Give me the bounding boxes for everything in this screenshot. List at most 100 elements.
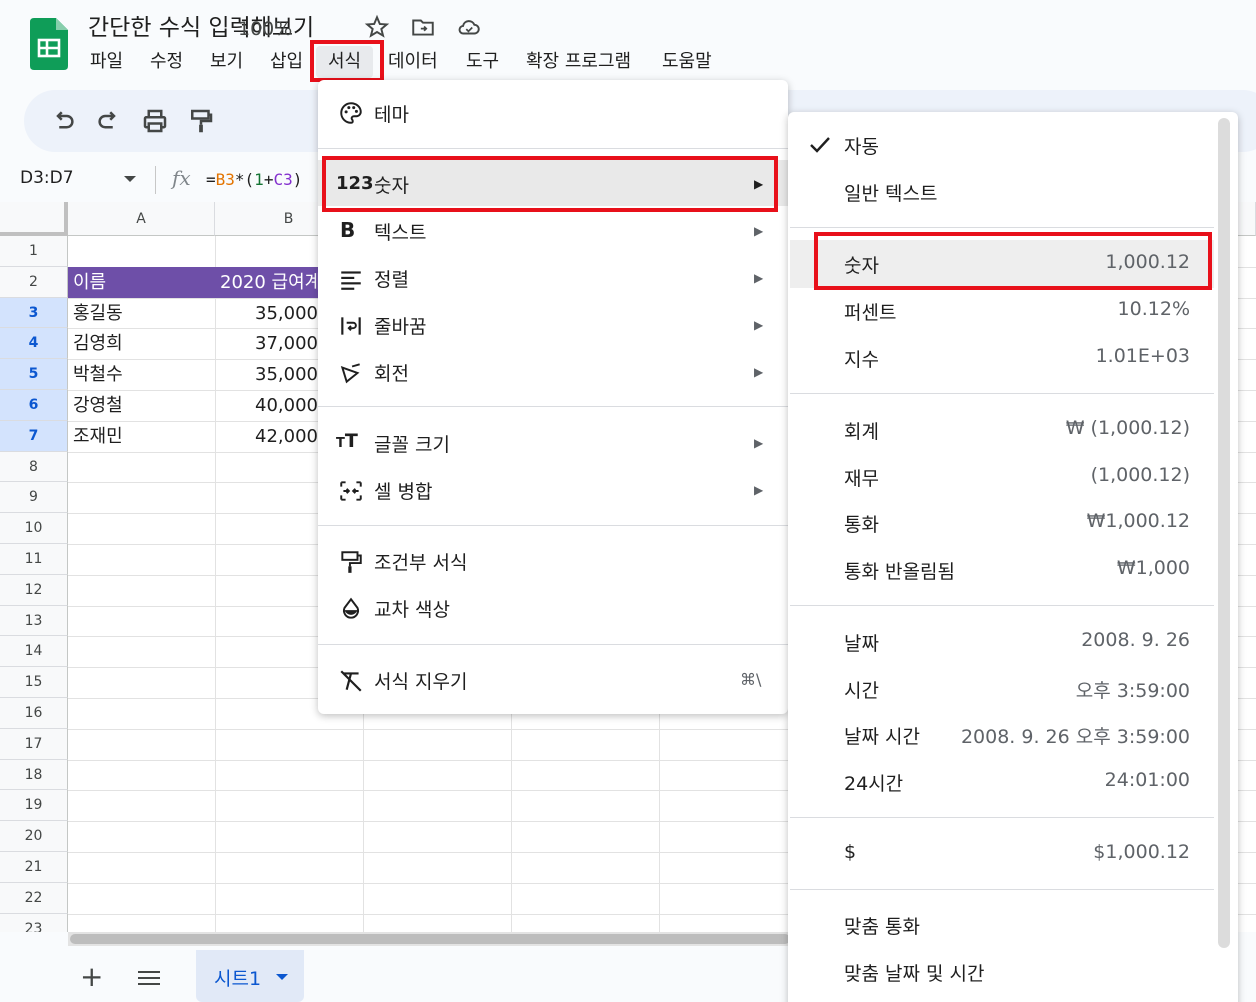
number-format-example: 24:01:00	[1104, 769, 1190, 791]
zoom-select[interactable]: 100%	[238, 18, 292, 40]
number-format-example: $1,000.12	[1093, 841, 1190, 863]
print-icon[interactable]	[140, 106, 170, 136]
cell-name[interactable]: 박철수	[68, 359, 215, 390]
shortcut-clear-format: ⌘\	[740, 670, 762, 689]
menu-label-number[interactable]: 숫자	[374, 171, 409, 198]
menu-label-wrap[interactable]: 줄바꿈	[374, 312, 426, 339]
row-header[interactable]: 14	[0, 636, 68, 668]
row-header[interactable]: 5	[0, 359, 68, 390]
number-format-label: 회계	[844, 421, 879, 443]
submenu-scrollbar[interactable]	[1218, 118, 1230, 948]
cell-name[interactable]: 김영희	[68, 328, 215, 359]
row-header[interactable]: 11	[0, 544, 68, 575]
cell-salary[interactable]: 35,000	[215, 298, 323, 329]
menu-file[interactable]: 파일	[78, 46, 135, 78]
sheets-logo-icon[interactable]	[30, 18, 68, 70]
color-fill-icon	[343, 597, 359, 619]
menu-label-alternating-colors[interactable]: 교차 색상	[374, 595, 450, 622]
submenu-arrow-icon: ▶	[754, 483, 764, 497]
cell-salary[interactable]: 42,000	[215, 421, 323, 452]
formula-bar-divider	[155, 166, 156, 194]
number-format-example: ₩1,000.12	[1086, 510, 1190, 532]
menu-label-text[interactable]: 텍스트	[374, 218, 426, 245]
menu-label-merge[interactable]: 셀 병합	[374, 477, 432, 504]
row-header[interactable]: 20	[0, 821, 68, 852]
cell-salary[interactable]: 37,000	[215, 328, 323, 359]
font-size-icon: TT	[336, 430, 358, 452]
menu-label-conditional-format[interactable]: 조건부 서식	[374, 548, 467, 575]
menu-label-rotate[interactable]: 회전	[374, 359, 409, 386]
number-format-example: 1,000.12	[1105, 251, 1190, 273]
menu-tools[interactable]: 도구	[454, 46, 511, 78]
move-folder-icon[interactable]	[410, 14, 436, 40]
number-format-label: 통화	[844, 514, 879, 536]
menu-divider	[318, 406, 788, 407]
row-header[interactable]: 10	[0, 513, 68, 544]
menu-label-theme[interactable]: 테마	[374, 100, 409, 127]
number-format-label: 날짜 시간	[844, 726, 920, 748]
palette-icon	[340, 102, 362, 124]
row-header[interactable]: 16	[0, 698, 68, 729]
number-format-example: ₩ (1,000.12)	[1065, 417, 1190, 439]
menu-edit[interactable]: 수정	[138, 46, 195, 78]
horizontal-scrollbar-thumb[interactable]	[70, 934, 790, 944]
name-box[interactable]: D3:D7	[20, 168, 74, 188]
number-format-label: 시간	[844, 680, 879, 702]
column-header-a[interactable]: A	[68, 202, 215, 236]
row-header[interactable]: 23	[0, 913, 68, 932]
row-header[interactable]: 7	[0, 420, 68, 452]
sheet-tab-dropdown-icon[interactable]	[276, 974, 288, 980]
all-sheets-icon[interactable]	[138, 970, 160, 986]
row-header[interactable]: 3	[0, 297, 68, 329]
row-header[interactable]: 1	[0, 236, 68, 267]
row-header[interactable]: 4	[0, 328, 68, 360]
row-header[interactable]: 2	[0, 266, 68, 298]
cell-salary[interactable]: 40,000	[215, 390, 323, 421]
number-format-example: 2008. 9. 26	[1081, 629, 1190, 651]
menu-label-align[interactable]: 정렬	[374, 265, 409, 292]
row-header[interactable]: 17	[0, 728, 68, 760]
submenu-arrow-icon: ▶	[754, 436, 764, 450]
paint-format-icon[interactable]	[186, 106, 216, 136]
clear-format-icon	[340, 670, 362, 692]
number-format-label: 통화 반올림됨	[844, 561, 955, 583]
row-header[interactable]: 15	[0, 667, 68, 698]
redo-icon[interactable]	[94, 106, 124, 136]
cell-name[interactable]: 홍길동	[68, 298, 215, 329]
star-icon[interactable]	[364, 14, 390, 40]
row-header[interactable]: 12	[0, 574, 68, 606]
row-header[interactable]: 21	[0, 852, 68, 883]
cell-name[interactable]: 강영철	[68, 390, 215, 421]
add-sheet-icon[interactable]: +	[80, 960, 103, 993]
menu-insert[interactable]: 삽입	[258, 46, 315, 78]
row-header[interactable]: 8	[0, 451, 68, 483]
menu-label-clear-format[interactable]: 서식 지우기	[374, 667, 467, 694]
menu-label-font-size[interactable]: 글꼴 크기	[374, 430, 450, 457]
undo-icon[interactable]	[48, 106, 78, 136]
number-format-example: 오후 3:59:00	[1075, 680, 1190, 702]
select-all-corner[interactable]	[0, 202, 68, 236]
cell-name[interactable]: 조재민	[68, 421, 215, 452]
menu-help[interactable]: 도움말	[650, 46, 724, 78]
formula-ref-b3: B3	[215, 170, 235, 189]
submenu-divider	[790, 817, 1214, 818]
menu-view[interactable]: 보기	[198, 46, 255, 78]
menu-divider	[318, 148, 788, 149]
cell-a2[interactable]: 이름	[68, 267, 215, 298]
menu-extensions[interactable]: 확장 프로그램	[514, 46, 643, 78]
submenu-arrow-icon: ▶	[754, 177, 764, 191]
row-header[interactable]: 22	[0, 882, 68, 914]
formula-input[interactable]: =B3*(1+C3)	[206, 170, 302, 189]
sheet-tab-label[interactable]: 시트1	[214, 964, 261, 991]
cloud-saved-icon[interactable]	[456, 14, 482, 40]
row-header[interactable]: 13	[0, 605, 68, 637]
row-header[interactable]: 19	[0, 790, 68, 822]
name-box-dropdown-icon[interactable]	[124, 176, 136, 182]
text-wrap-icon	[341, 317, 361, 335]
menu-data[interactable]: 데이터	[376, 46, 450, 78]
row-header[interactable]: 18	[0, 759, 68, 791]
menu-format[interactable]: 서식	[316, 46, 374, 78]
cell-salary[interactable]: 35,000	[215, 359, 323, 390]
row-header[interactable]: 9	[0, 482, 68, 514]
row-header[interactable]: 6	[0, 390, 68, 421]
